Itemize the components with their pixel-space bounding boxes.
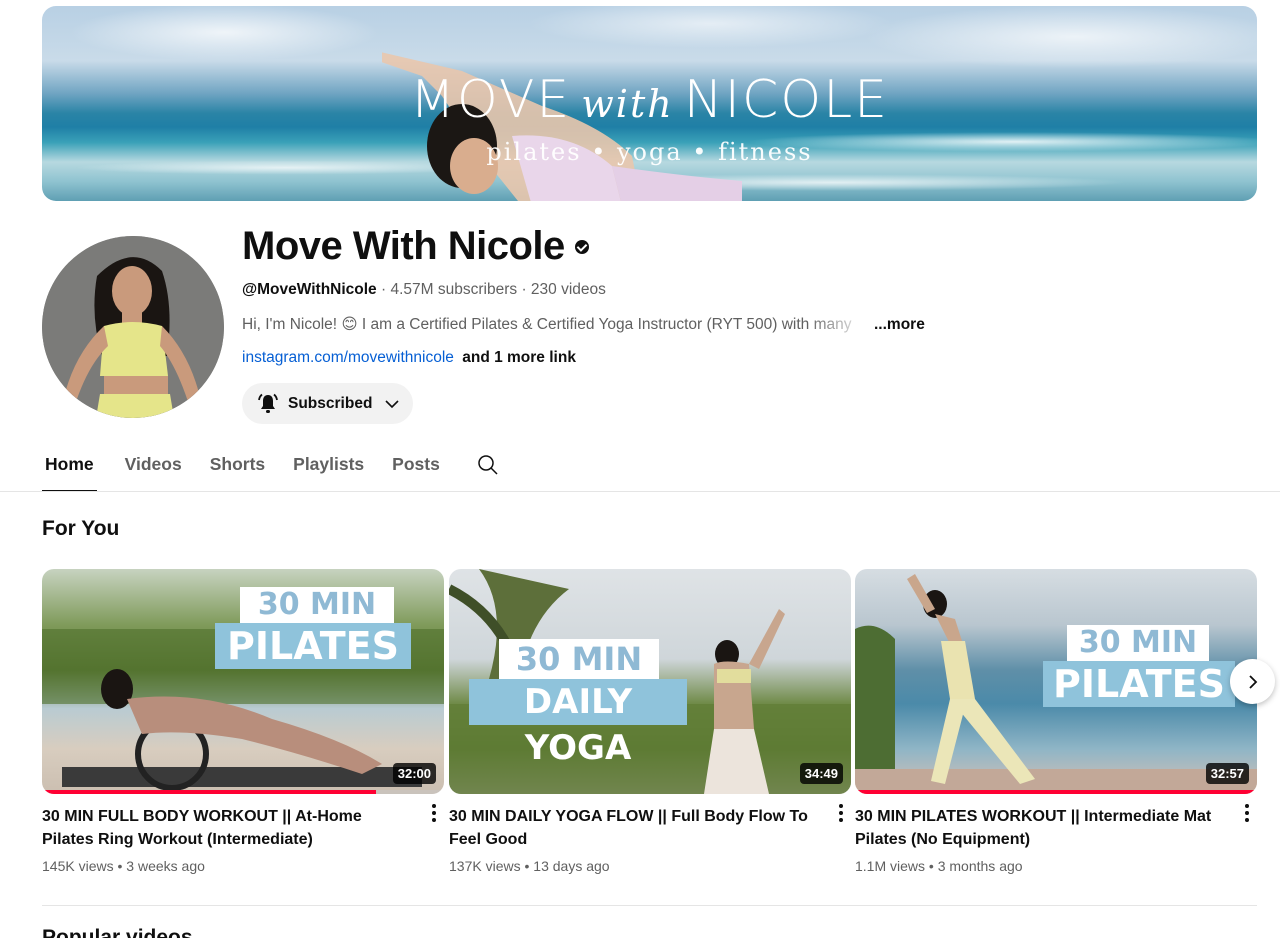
bell-ring-icon [258,393,278,413]
section-title-for-you: For You [42,517,120,540]
video-duration: 34:49 [799,763,843,784]
thumbnail-text-line1: 30 MIN [240,587,394,623]
watch-progress-bar [855,790,1257,794]
thumbnail-text-line2: PILATES [215,623,411,669]
video-views: 145K views [42,858,114,874]
video-age: 3 months ago [937,858,1023,874]
video-meta: 137K views • 13 days ago [449,858,610,874]
banner-title: MOVE with NICOLE [409,70,890,130]
video-card[interactable]: 30 MIN PILATES 32:00 30 MIN FULL BODY WO… [42,569,444,874]
subscribed-label: Subscribed [288,394,373,412]
video-views: 137K views [449,858,521,874]
video-meta: 1.1M views • 3 months ago [855,858,1023,874]
channel-name-text: Move With Nicole [242,224,565,268]
meta-separator: · [381,281,387,298]
search-icon [478,455,498,475]
video-title[interactable]: 30 MIN FULL BODY WORKOUT || At-Home Pila… [42,805,412,851]
channel-handle: @MoveWithNicole [242,281,377,298]
tab-shorts[interactable]: Shorts [210,444,265,491]
thumbnail-text-line1: 30 MIN [499,639,659,679]
chevron-right-icon [1248,674,1257,689]
more-links-button[interactable]: and 1 more link [462,349,576,366]
channel-tabs: Home Videos Shorts Playlists Posts [42,444,500,492]
chevron-down-icon [385,399,399,408]
video-thumbnail[interactable]: 30 MIN DAILY YOGA 34:49 [449,569,851,794]
more-actions-icon[interactable] [839,804,843,825]
subscribed-button[interactable]: Subscribed [242,383,413,424]
video-duration: 32:57 [1205,763,1249,784]
thumbnail-text-line2: PILATES [1043,661,1235,707]
tabs-divider [0,491,1280,492]
avatar-image [42,236,224,418]
channel-avatar[interactable] [42,236,224,418]
channel-search-button[interactable] [476,444,500,492]
banner-subtitle: pilates • yoga • fitness [486,138,813,166]
description-text: Hi, I'm Nicole! 😊 I am a Certified Pilat… [242,316,852,333]
section-title-popular: Popular videos [42,926,193,938]
video-title[interactable]: 30 MIN DAILY YOGA FLOW || Full Body Flow… [449,805,819,851]
verified-check-icon [574,239,589,254]
channel-name: Move With Nicole [242,224,589,269]
section-divider [42,905,1257,906]
instagram-link[interactable]: instagram.com/movewithnicole [242,349,454,366]
watch-progress-bar [42,790,376,794]
video-thumbnail[interactable]: 30 MIN PILATES 32:57 [855,569,1257,794]
video-age: 13 days ago [533,858,610,874]
subscriber-count: 4.57M subscribers [390,281,518,298]
tab-videos[interactable]: Videos [125,444,182,491]
meta-separator: · [521,281,527,298]
video-thumbnail[interactable]: 30 MIN PILATES 32:00 [42,569,444,794]
video-card[interactable]: 30 MIN DAILY YOGA 34:49 30 MIN DAILY YOG… [449,569,851,874]
channel-meta: @MoveWithNicole · 4.57M subscribers · 23… [242,281,606,299]
channel-links: instagram.com/movewithnicole and 1 more … [242,349,576,367]
channel-description[interactable]: Hi, I'm Nicole! 😊 I am a Certified Pilat… [242,315,925,334]
more-actions-icon[interactable] [432,804,436,825]
tab-home[interactable]: Home [42,444,97,492]
tab-posts[interactable]: Posts [392,444,440,491]
description-more-button[interactable]: ...more [874,316,925,334]
thumbnail-text-line1: 30 MIN [1067,625,1209,661]
video-duration: 32:00 [392,763,436,784]
video-count: 230 videos [530,281,606,298]
video-card[interactable]: 30 MIN PILATES 32:57 30 MIN PILATES WORK… [855,569,1257,874]
thumbnail-text-line2: DAILY YOGA [469,679,687,768]
more-actions-icon[interactable] [1245,804,1249,825]
video-age: 3 weeks ago [126,858,205,874]
tab-playlists[interactable]: Playlists [293,444,364,491]
video-meta: 145K views • 3 weeks ago [42,858,205,874]
video-views: 1.1M views [855,858,926,874]
channel-banner: MOVE with NICOLE pilates • yoga • fitness [42,6,1257,201]
next-videos-button[interactable] [1230,659,1275,704]
video-title[interactable]: 30 MIN PILATES WORKOUT || Intermediate M… [855,805,1225,851]
